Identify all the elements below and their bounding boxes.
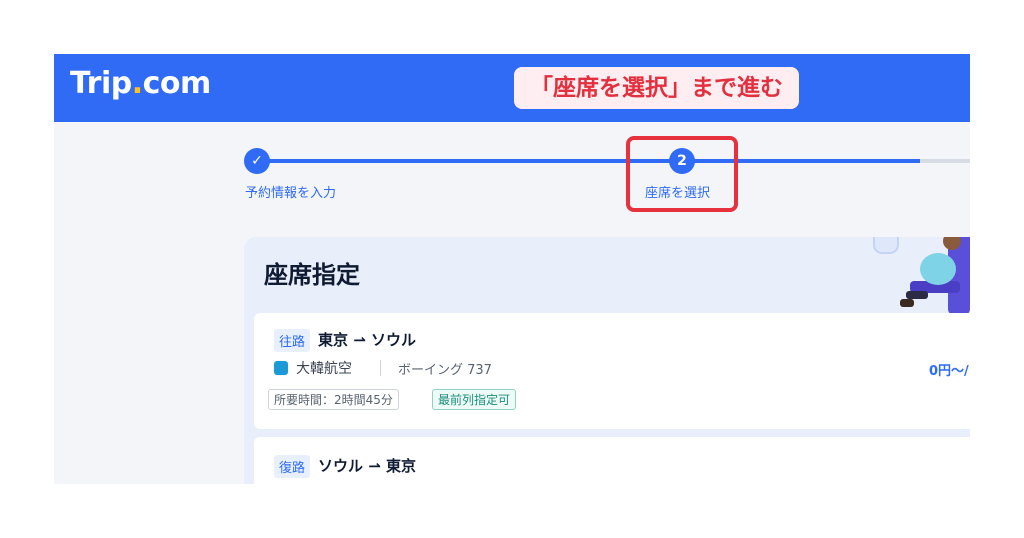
logo-tld: com bbox=[142, 66, 212, 101]
separator bbox=[380, 360, 381, 376]
front-row-badge: 最前列指定可 bbox=[432, 389, 517, 410]
aircraft-type: ボーイング 737 bbox=[398, 363, 492, 378]
duration-badge: 所要時間：2時間45分 bbox=[268, 389, 399, 410]
outbound-route: 東京 ⇀ ソウル bbox=[318, 331, 417, 349]
return-tag: 復路 bbox=[274, 455, 311, 478]
passenger-illustration-icon bbox=[873, 237, 970, 315]
return-flight-row[interactable]: 復路 ソウル ⇀ 東京 bbox=[254, 437, 970, 484]
airline-name: 大韓航空 bbox=[296, 361, 352, 377]
airline-logo-icon bbox=[274, 361, 288, 375]
logo-main: Trip bbox=[70, 66, 132, 101]
return-route: ソウル ⇀ 東京 bbox=[318, 457, 417, 475]
seat-price: 0円〜/ bbox=[929, 364, 969, 379]
step-1-check-icon: ✓ bbox=[244, 148, 270, 174]
instruction-callout: 「座席を選択」まで進む bbox=[514, 67, 799, 109]
step-highlight-box bbox=[626, 136, 738, 212]
header: Trip.com 「座席を選択」まで進む bbox=[54, 54, 970, 122]
screenshot: Trip.com 「座席を選択」まで進む ✓ 予約情報を入力 2 座席を選択 座… bbox=[54, 54, 970, 484]
seat-selection-card: 座席指定 往路 東京 ⇀ ソウル 大韓航空 ボーイング 737 0円〜/ 所要時… bbox=[244, 237, 970, 484]
progress-fill bbox=[256, 159, 921, 163]
logo-dot: . bbox=[131, 66, 143, 101]
trip-logo[interactable]: Trip.com bbox=[70, 66, 211, 101]
progress-track bbox=[256, 159, 970, 163]
outbound-flight-row[interactable]: 往路 東京 ⇀ ソウル 大韓航空 ボーイング 737 0円〜/ 所要時間：2時間… bbox=[254, 313, 970, 429]
seat-selection-title: 座席指定 bbox=[264, 261, 360, 289]
outbound-tag: 往路 bbox=[274, 329, 311, 352]
step-1-label: 予約情報を入力 bbox=[245, 186, 337, 201]
